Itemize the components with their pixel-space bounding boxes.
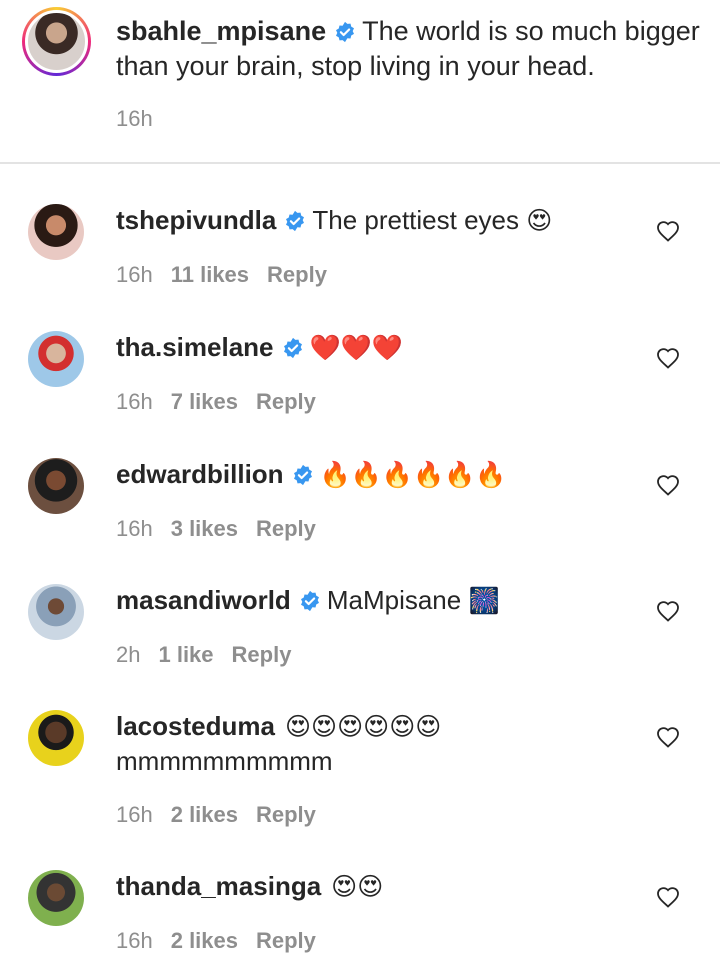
comment-meta: 2h 1 like Reply <box>116 642 291 668</box>
comment-text: The prettiest eyes <box>312 205 527 235</box>
comment-body: tshepivundla The prettiest eyes 😍 <box>116 203 646 238</box>
verified-badge-icon <box>336 21 355 43</box>
commenter-avatar[interactable] <box>28 584 84 640</box>
comment-meta: 16h 3 likes Reply <box>116 516 316 542</box>
verified-badge-icon <box>293 464 312 486</box>
comment-emoji: 🎆 <box>468 586 500 615</box>
reply-button[interactable]: Reply <box>256 389 316 414</box>
comment-emoji: 🔥🔥🔥🔥🔥🔥 <box>319 460 507 489</box>
heart-outline-icon[interactable] <box>656 474 680 496</box>
comment-item: tha.simelane ❤️❤️❤️ 16h 7 likes Reply <box>0 327 720 423</box>
post-caption: sbahle_mpisane The world is so much bigge… <box>0 0 720 163</box>
comment-emoji: ❤️❤️❤️ <box>309 333 403 362</box>
comment-likes[interactable]: 7 likes <box>171 389 238 414</box>
commenter-avatar[interactable] <box>28 458 84 514</box>
caption-username[interactable]: sbahle_mpisane <box>116 16 326 46</box>
comment-likes[interactable]: 2 likes <box>171 928 238 953</box>
comment-item: masandiworld MaMpisane 🎆 2h 1 like Reply <box>0 580 720 676</box>
comment-body: tha.simelane ❤️❤️❤️ <box>116 330 646 365</box>
comment-time: 2h <box>116 642 141 667</box>
commenter-avatar[interactable] <box>28 710 84 766</box>
comment-username[interactable]: tha.simelane <box>116 332 274 362</box>
comment-likes[interactable]: 2 likes <box>171 802 238 827</box>
commenter-avatar[interactable] <box>28 204 84 260</box>
reply-button[interactable]: Reply <box>267 262 327 287</box>
heart-outline-icon[interactable] <box>656 726 680 748</box>
reply-button[interactable]: Reply <box>256 516 316 541</box>
verified-badge-icon <box>300 590 319 612</box>
comment-emoji: 😍😍 <box>331 872 384 901</box>
comment-body: masandiworld MaMpisane 🎆 <box>116 583 646 618</box>
comment-meta: 16h 2 likes Reply <box>116 928 316 954</box>
comment-body: lacosteduma 😍😍😍😍😍😍 mmmmmmmmmm <box>116 709 646 778</box>
reply-button[interactable]: Reply <box>256 928 316 953</box>
divider <box>0 162 720 164</box>
comment-username[interactable]: tshepivundla <box>116 205 276 235</box>
heart-outline-icon[interactable] <box>656 600 680 622</box>
comment-time: 16h <box>116 389 153 414</box>
comment-time: 16h <box>116 928 153 953</box>
comment-meta: 16h 7 likes Reply <box>116 389 316 415</box>
comment-emoji: 😍😍😍😍😍😍 <box>284 712 442 741</box>
reply-button[interactable]: Reply <box>256 802 316 827</box>
heart-outline-icon[interactable] <box>656 347 680 369</box>
comment-body: edwardbillion 🔥🔥🔥🔥🔥🔥 <box>116 457 646 492</box>
comment-time: 16h <box>116 262 153 287</box>
comment-likes[interactable]: 11 likes <box>171 262 249 287</box>
comment-body: thanda_masinga 😍😍 <box>116 869 646 904</box>
commenter-avatar[interactable] <box>28 331 84 387</box>
comment-time: 16h <box>116 802 153 827</box>
comment-likes[interactable]: 3 likes <box>171 516 238 541</box>
comment-text-line2: mmmmmmmmmm <box>116 746 333 776</box>
comment-item: lacosteduma 😍😍😍😍😍😍 mmmmmmmmmm 16h 2 likes Re… <box>0 706 720 836</box>
comment-text: MaMpisane <box>326 585 469 615</box>
heart-outline-icon[interactable] <box>656 886 680 908</box>
heart-outline-icon[interactable] <box>656 220 680 242</box>
commenter-avatar[interactable] <box>28 870 84 926</box>
comment-meta: 16h 11 likes Reply <box>116 262 327 288</box>
comment-item: tshepivundla The prettiest eyes 😍 16h 11 l… <box>0 200 720 296</box>
verified-badge-icon <box>283 337 302 359</box>
comment-item: edwardbillion 🔥🔥🔥🔥🔥🔥 16h 3 likes Reply <box>0 454 720 550</box>
comment-username[interactable]: edwardbillion <box>116 459 284 489</box>
comment-likes[interactable]: 1 like <box>158 642 213 667</box>
caption-text: sbahle_mpisane The world is so much bigge… <box>116 14 706 84</box>
reply-button[interactable]: Reply <box>232 642 292 667</box>
comment-meta: 16h 2 likes Reply <box>116 802 316 828</box>
comment-emoji: 😍 <box>526 206 553 235</box>
caption-avatar[interactable] <box>22 7 91 76</box>
comment-item: thanda_masinga 😍😍 16h 2 likes Reply <box>0 866 720 960</box>
comment-username[interactable]: lacosteduma <box>116 711 275 741</box>
comment-username[interactable]: thanda_masinga <box>116 871 321 901</box>
verified-badge-icon <box>286 210 305 232</box>
comment-time: 16h <box>116 516 153 541</box>
caption-time: 16h <box>116 106 153 131</box>
comment-username[interactable]: masandiworld <box>116 585 291 615</box>
